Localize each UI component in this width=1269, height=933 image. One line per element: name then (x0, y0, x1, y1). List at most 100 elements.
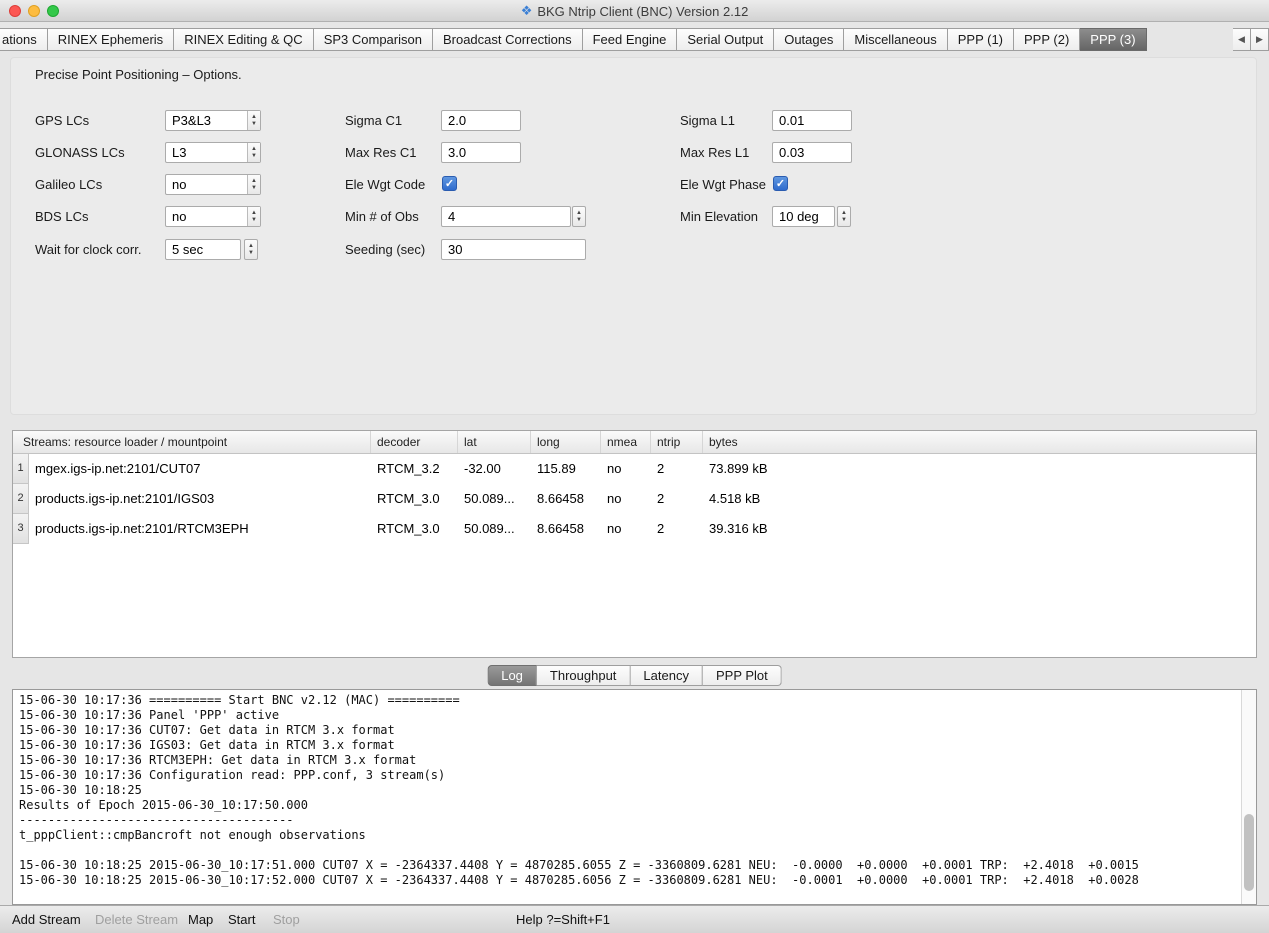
max-res-c1-field[interactable]: 3.0 (441, 142, 521, 163)
galileo-lcs-combo[interactable]: no ▲▼ (165, 174, 261, 195)
column-header-mountpoint[interactable]: Streams: resource loader / mountpoint (13, 431, 371, 453)
delete-stream-button[interactable]: Delete Stream (95, 906, 178, 933)
gps-lcs-label: GPS LCs (35, 110, 89, 131)
cell-long: 115.89 (531, 454, 601, 484)
cell-decoder: RTCM_3.2 (371, 454, 458, 484)
ele-wgt-phase-checkbox[interactable]: ✓ (773, 176, 788, 191)
column-header-ntrip[interactable]: ntrip (651, 431, 703, 453)
tab-outages[interactable]: Outages (774, 28, 844, 51)
log-line: 15-06-30 10:17:36 CUT07: Get data in RTC… (19, 723, 1238, 738)
gps-lcs-value: P3&L3 (172, 111, 247, 130)
log-line: 15-06-30 10:18:25 2015-06-30_10:17:52.00… (19, 873, 1238, 888)
min-elevation-stepper[interactable]: ▲▼ (837, 206, 851, 227)
min-obs-stepper[interactable]: ▲▼ (572, 206, 586, 227)
tab-latency[interactable]: Latency (630, 665, 703, 686)
cell-decoder: RTCM_3.0 (371, 484, 458, 514)
tab-sp3-comparison[interactable]: SP3 Comparison (314, 28, 433, 51)
glonass-lcs-label: GLONASS LCs (35, 142, 125, 163)
column-header-decoder[interactable]: decoder (371, 431, 458, 453)
log-line: 15-06-30 10:18:25 (19, 783, 1238, 798)
row-number: 2 (13, 484, 29, 514)
log-line: -------------------------------------- (19, 813, 1238, 828)
log-text: 15-06-30 10:17:36 ========== Start BNC v… (19, 693, 1238, 902)
wait-clock-corr-stepper[interactable]: ▲▼ (244, 239, 258, 260)
cell-nmea: no (601, 484, 651, 514)
table-row[interactable]: 3 products.igs-ip.net:2101/RTCM3EPH RTCM… (13, 514, 1256, 544)
tab-log[interactable]: Log (487, 665, 537, 686)
tab-scroll-right-button[interactable]: ▶ (1251, 28, 1269, 51)
tab-rinex-ephemeris[interactable]: RINEX Ephemeris (48, 28, 174, 51)
column-header-nmea[interactable]: nmea (601, 431, 651, 453)
sigma-l1-field[interactable]: 0.01 (772, 110, 852, 131)
log-line: 15-06-30 10:17:36 Configuration read: PP… (19, 768, 1238, 783)
tab-rinex-observations[interactable]: ations (0, 28, 48, 51)
min-elevation-field[interactable]: 10 deg (772, 206, 835, 227)
tab-throughput[interactable]: Throughput (537, 665, 631, 686)
page-title: Precise Point Positioning – Options. (35, 67, 242, 82)
cell-bytes: 73.899 kB (703, 454, 1256, 484)
bds-lcs-value: no (172, 207, 247, 226)
bds-lcs-label: BDS LCs (35, 206, 88, 227)
ele-wgt-phase-label: Ele Wgt Phase (680, 174, 766, 195)
help-shortcut-label: Help ?=Shift+F1 (516, 906, 610, 933)
map-button[interactable]: Map (188, 906, 213, 933)
tab-broadcast-corrections[interactable]: Broadcast Corrections (433, 28, 583, 51)
tab-feed-engine[interactable]: Feed Engine (583, 28, 678, 51)
stop-button[interactable]: Stop (273, 906, 300, 933)
column-header-lat[interactable]: lat (458, 431, 531, 453)
title-bar[interactable]: ❖ BKG Ntrip Client (BNC) Version 2.12 (0, 0, 1269, 22)
status-bar: Add Stream Delete Stream Map Start Stop … (0, 905, 1269, 933)
combo-arrows-icon[interactable]: ▲▼ (247, 207, 260, 226)
tab-ppp-3[interactable]: PPP (3) (1080, 28, 1146, 51)
table-row[interactable]: 2 products.igs-ip.net:2101/IGS03 RTCM_3.… (13, 484, 1256, 514)
cell-ntrip: 2 (651, 454, 703, 484)
bds-lcs-combo[interactable]: no ▲▼ (165, 206, 261, 227)
log-scrollbar-thumb[interactable] (1244, 814, 1254, 891)
glonass-lcs-combo[interactable]: L3 ▲▼ (165, 142, 261, 163)
combo-arrows-icon[interactable]: ▲▼ (247, 111, 260, 130)
app-window: ❖ BKG Ntrip Client (BNC) Version 2.12 at… (0, 0, 1269, 933)
cell-long: 8.66458 (531, 484, 601, 514)
ele-wgt-code-label: Ele Wgt Code (345, 174, 425, 195)
combo-arrows-icon[interactable]: ▲▼ (247, 175, 260, 194)
combo-arrows-icon[interactable]: ▲▼ (247, 143, 260, 162)
chevron-left-icon: ◀ (1238, 34, 1245, 44)
start-button[interactable]: Start (228, 906, 255, 933)
table-row[interactable]: 1 mgex.igs-ip.net:2101/CUT07 RTCM_3.2 -3… (13, 454, 1256, 484)
seeding-field[interactable]: 30 (441, 239, 586, 260)
column-header-bytes[interactable]: bytes (703, 431, 1256, 453)
tab-ppp-2[interactable]: PPP (2) (1014, 28, 1080, 51)
cell-long: 8.66458 (531, 514, 601, 544)
galileo-lcs-label: Galileo LCs (35, 174, 102, 195)
sigma-c1-field[interactable]: 2.0 (441, 110, 521, 131)
cell-mountpoint: mgex.igs-ip.net:2101/CUT07 (29, 454, 371, 484)
cell-nmea: no (601, 514, 651, 544)
checkmark-icon: ✓ (776, 178, 785, 190)
wait-clock-corr-field[interactable]: 5 sec (165, 239, 241, 260)
cell-mountpoint: products.igs-ip.net:2101/IGS03 (29, 484, 371, 514)
max-res-l1-field[interactable]: 0.03 (772, 142, 852, 163)
log-panel[interactable]: 15-06-30 10:17:36 ========== Start BNC v… (12, 689, 1257, 905)
log-scrollbar[interactable] (1241, 690, 1256, 904)
tab-miscellaneous[interactable]: Miscellaneous (844, 28, 947, 51)
chevron-right-icon: ▶ (1256, 34, 1263, 44)
cell-mountpoint: products.igs-ip.net:2101/RTCM3EPH (29, 514, 371, 544)
tab-ppp-plot[interactable]: PPP Plot (703, 665, 782, 686)
column-header-long[interactable]: long (531, 431, 601, 453)
window-title: BKG Ntrip Client (BNC) Version 2.12 (537, 4, 748, 19)
galileo-lcs-value: no (172, 175, 247, 194)
tab-rinex-editing-qc[interactable]: RINEX Editing & QC (174, 28, 314, 51)
gps-lcs-combo[interactable]: P3&L3 ▲▼ (165, 110, 261, 131)
add-stream-button[interactable]: Add Stream (12, 906, 81, 933)
min-obs-label: Min # of Obs (345, 206, 419, 227)
checkmark-icon: ✓ (445, 178, 454, 190)
min-obs-field[interactable]: 4 (441, 206, 571, 227)
row-number: 3 (13, 514, 29, 544)
streams-table-header: Streams: resource loader / mountpoint de… (13, 431, 1256, 454)
tab-scroll-left-button[interactable]: ◀ (1233, 28, 1251, 51)
log-line: 15-06-30 10:17:36 ========== Start BNC v… (19, 693, 1238, 708)
max-res-l1-label: Max Res L1 (680, 142, 749, 163)
ele-wgt-code-checkbox[interactable]: ✓ (442, 176, 457, 191)
tab-serial-output[interactable]: Serial Output (677, 28, 774, 51)
tab-ppp-1[interactable]: PPP (1) (948, 28, 1014, 51)
